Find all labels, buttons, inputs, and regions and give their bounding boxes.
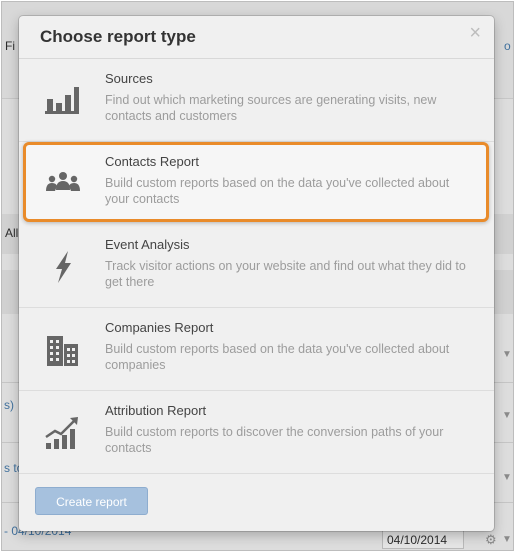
option-attribution-report[interactable]: Attribution Report Build custom reports … — [19, 391, 494, 474]
option-title: Contacts Report — [105, 154, 199, 169]
option-title: Companies Report — [105, 320, 214, 335]
option-title: Event Analysis — [105, 237, 190, 252]
modal-header: Choose report type × — [19, 16, 494, 59]
modal-footer: Create report — [19, 473, 494, 531]
option-title: Sources — [105, 71, 153, 86]
people-icon — [43, 164, 83, 204]
option-contacts-report[interactable]: Contacts Report Build custom reports bas… — [19, 142, 494, 225]
bar-chart-icon — [43, 81, 83, 121]
option-event-analysis[interactable]: Event Analysis Track visitor actions on … — [19, 225, 494, 308]
choose-report-modal: Choose report type × Sources Find out wh… — [19, 16, 494, 531]
option-companies-report[interactable]: Companies Report Build custom reports ba… — [19, 308, 494, 391]
option-description: Track visitor actions on your website an… — [105, 259, 466, 289]
option-description: Build custom reports to discover the con… — [105, 425, 444, 455]
option-description: Build custom reports based on the data y… — [105, 176, 450, 206]
create-report-button[interactable]: Create report — [35, 487, 148, 515]
option-description: Find out which marketing sources are gen… — [105, 93, 437, 123]
option-description: Build custom reports based on the data y… — [105, 342, 450, 372]
trend-chart-icon — [43, 413, 83, 453]
modal-title: Choose report type — [40, 27, 196, 46]
close-icon[interactable]: × — [469, 23, 481, 43]
option-sources[interactable]: Sources Find out which marketing sources… — [19, 59, 494, 142]
building-icon — [43, 330, 83, 370]
lightning-icon — [43, 247, 83, 287]
option-title: Attribution Report — [105, 403, 207, 418]
